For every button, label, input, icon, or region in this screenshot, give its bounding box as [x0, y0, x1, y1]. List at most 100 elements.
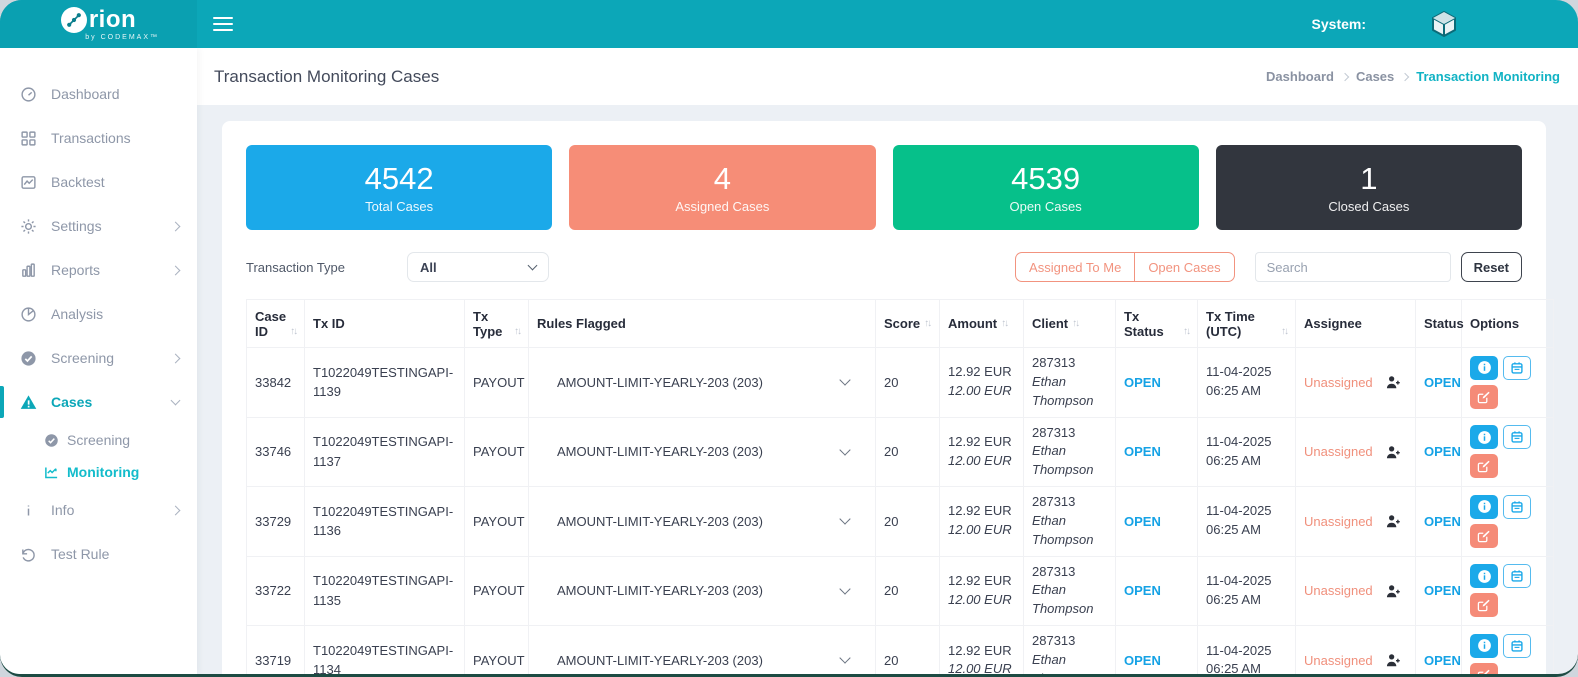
sort-icon[interactable]: ↑↓ [924, 319, 930, 331]
stat-card-closed-cases[interactable]: 1 Closed Cases [1216, 145, 1522, 230]
column-header-amount: Amount↑↓ [940, 300, 1024, 348]
edit-button[interactable] [1470, 593, 1498, 617]
info-button[interactable] [1470, 356, 1498, 380]
transaction-type-select[interactable]: All [407, 252, 549, 282]
stat-label: Closed Cases [1328, 199, 1409, 214]
assign-user-button[interactable] [1386, 445, 1401, 459]
score-cell: 20 [876, 626, 940, 674]
status-cell: OPEN [1416, 487, 1462, 557]
table-row: 33722 T1022049TESTINGAPI-1135 PAYOUT AMO… [247, 556, 1554, 626]
sidebar-item-screening[interactable]: Screening [0, 336, 197, 380]
assign-user-button[interactable] [1386, 514, 1401, 528]
tx-status-cell: OPEN [1116, 348, 1198, 418]
assign-user-button[interactable] [1386, 584, 1401, 598]
calendar-icon [1510, 430, 1524, 444]
calendar-button[interactable] [1503, 495, 1531, 519]
assign-user-button[interactable] [1386, 653, 1401, 667]
sidebar-subitem-screening[interactable]: Screening [0, 424, 197, 456]
sort-icon[interactable]: ↑↓ [290, 327, 296, 339]
sort-icon[interactable]: ↑↓ [1001, 319, 1007, 331]
open-cases-button[interactable]: Open Cases [1134, 252, 1234, 282]
info-button[interactable] [1470, 634, 1498, 658]
analysis-pie-icon [20, 306, 37, 323]
sidebar-item-analysis[interactable]: Analysis [0, 292, 197, 336]
tx-type-cell: PAYOUT [465, 487, 529, 557]
chevron-right-icon [1401, 72, 1409, 80]
main-content: Transaction Monitoring Cases Dashboard C… [197, 48, 1578, 674]
breadcrumb-cases[interactable]: Cases [1356, 69, 1394, 84]
tx-status-cell: OPEN [1116, 556, 1198, 626]
chevron-down-icon [171, 396, 181, 406]
sort-icon[interactable]: ↑↓ [1183, 327, 1189, 339]
calendar-icon [1510, 639, 1524, 653]
table-header-row: Case ID↑↓ Tx ID Tx Type↑↓ Rules Flagged … [247, 300, 1554, 348]
tx-time-cell: 11-04-2025 06:25 AM [1198, 626, 1296, 674]
tx-type-cell: PAYOUT [465, 556, 529, 626]
rules-flagged-cell: AMOUNT-LIMIT-YEARLY-203 (203) [529, 626, 876, 674]
reset-button[interactable]: Reset [1461, 252, 1522, 282]
chevron-right-icon [171, 505, 181, 515]
options-cell [1462, 348, 1554, 418]
chevron-down-icon [528, 261, 538, 271]
calendar-button[interactable] [1503, 634, 1531, 658]
search-input[interactable] [1255, 252, 1451, 282]
edit-button[interactable] [1470, 663, 1498, 674]
table-row: 33729 T1022049TESTINGAPI-1136 PAYOUT AMO… [247, 487, 1554, 557]
person-add-icon [1386, 584, 1401, 598]
sidebar-item-reports[interactable]: Reports [0, 248, 197, 292]
breadcrumb-current: Transaction Monitoring [1416, 69, 1560, 84]
edit-button[interactable] [1470, 524, 1498, 548]
sidebar-item-backtest[interactable]: Backtest [0, 160, 197, 204]
breadcrumb-dashboard[interactable]: Dashboard [1266, 69, 1334, 84]
hamburger-menu-icon[interactable] [213, 13, 233, 35]
expand-rules-chevron-icon[interactable] [839, 653, 850, 664]
assign-user-button[interactable] [1386, 375, 1401, 389]
calendar-button[interactable] [1503, 356, 1531, 380]
filter-bar: Transaction Type All Assigned To Me Open… [246, 252, 1522, 282]
expand-rules-chevron-icon[interactable] [839, 583, 850, 594]
stat-card-assigned-cases[interactable]: 4 Assigned Cases [569, 145, 875, 230]
sort-icon[interactable]: ↑↓ [514, 327, 520, 339]
info-circle-icon [1477, 499, 1492, 514]
tx-id-cell: T1022049TESTINGAPI-1139 [305, 348, 465, 418]
quick-filter-buttons: Assigned To Me Open Cases [1015, 252, 1235, 282]
test-rule-refresh-icon [20, 546, 37, 563]
expand-rules-chevron-icon[interactable] [839, 514, 850, 525]
edit-pencil-icon [1477, 529, 1491, 543]
sort-icon[interactable]: ↑↓ [1072, 319, 1078, 331]
column-header-assignee: Assignee [1296, 300, 1416, 348]
tx-id-cell: T1022049TESTINGAPI-1135 [305, 556, 465, 626]
stat-card-total-cases[interactable]: 4542 Total Cases [246, 145, 552, 230]
system-cube-icon[interactable] [1428, 8, 1460, 40]
sidebar-item-dashboard[interactable]: Dashboard [0, 72, 197, 116]
calendar-icon [1510, 500, 1524, 514]
stat-card-open-cases[interactable]: 4539 Open Cases [893, 145, 1199, 230]
info-button[interactable] [1470, 425, 1498, 449]
chevron-right-icon [171, 221, 181, 231]
table-row: 33746 T1022049TESTINGAPI-1137 PAYOUT AMO… [247, 417, 1554, 487]
brand-logo[interactable]: rion by CODEMAX™ [0, 0, 197, 48]
sidebar-item-transactions[interactable]: Transactions [0, 116, 197, 160]
sidebar-item-settings[interactable]: Settings [0, 204, 197, 248]
edit-button[interactable] [1470, 385, 1498, 409]
info-button[interactable] [1470, 564, 1498, 588]
sidebar-item-test-rule[interactable]: Test Rule [0, 532, 197, 576]
chevron-right-icon [171, 353, 181, 363]
expand-rules-chevron-icon[interactable] [839, 444, 850, 455]
expand-rules-chevron-icon[interactable] [839, 375, 850, 386]
tx-id-cell: T1022049TESTINGAPI-1134 [305, 626, 465, 674]
sidebar-subitem-monitoring[interactable]: Monitoring [0, 456, 197, 488]
amount-cell: 12.92 EUR 12.00 EUR [940, 556, 1024, 626]
column-header-tx-type: Tx Type↑↓ [465, 300, 529, 348]
info-button[interactable] [1470, 495, 1498, 519]
sidebar-item-info[interactable]: Info [0, 488, 197, 532]
assigned-to-me-button[interactable]: Assigned To Me [1015, 252, 1134, 282]
sort-icon[interactable]: ↑↓ [1281, 327, 1287, 339]
edit-button[interactable] [1470, 454, 1498, 478]
chevron-right-icon [1341, 72, 1349, 80]
calendar-button[interactable] [1503, 425, 1531, 449]
edit-pencil-icon [1477, 459, 1491, 473]
sidebar-item-cases[interactable]: Cases [0, 380, 197, 424]
reports-icon [20, 262, 37, 279]
calendar-button[interactable] [1503, 564, 1531, 588]
